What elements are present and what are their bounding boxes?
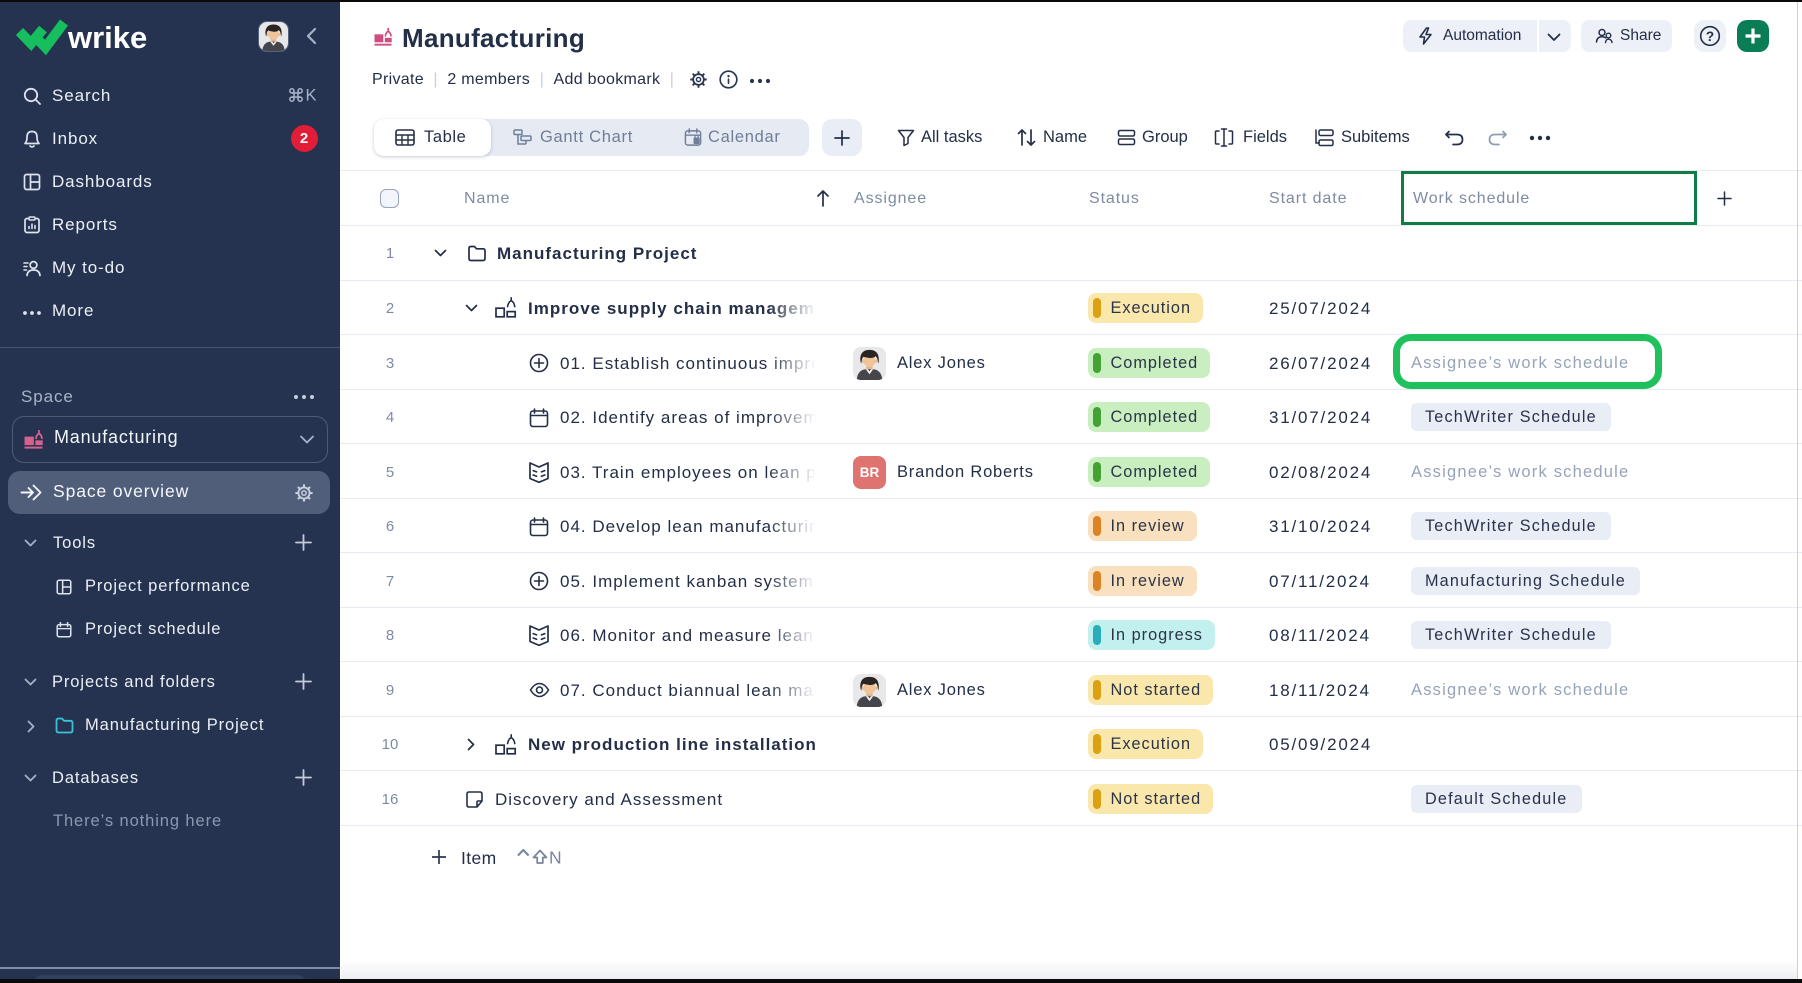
svg-text:wrike: wrike: [67, 20, 147, 55]
svg-text:K: K: [306, 87, 318, 105]
svg-text:N: N: [549, 848, 562, 866]
svg-text:?: ?: [1706, 29, 1714, 44]
